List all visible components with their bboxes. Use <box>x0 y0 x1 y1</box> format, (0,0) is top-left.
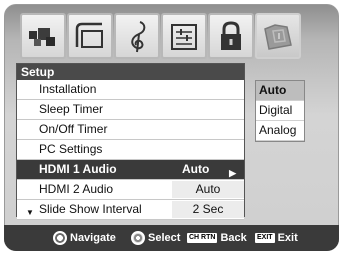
menu-item-label: Sleep Timer <box>39 102 104 116</box>
option-auto[interactable]: Auto <box>256 81 304 101</box>
option-analog[interactable]: Analog <box>256 121 304 141</box>
back-label: Back <box>220 232 247 244</box>
menu-item-label: On/Off Timer <box>39 122 108 136</box>
menu-tabs <box>20 13 301 63</box>
menu-item-on-off-timer[interactable]: On/Off Timer <box>17 120 244 140</box>
menu-item-pc-settings[interactable]: PC Settings <box>17 140 244 160</box>
tab-screen[interactable] <box>67 13 113 59</box>
menu-item-hdmi-2-audio[interactable]: HDMI 2 Audio Auto <box>17 180 244 200</box>
menu-item-installation[interactable]: Installation <box>17 80 244 100</box>
tab-picture[interactable] <box>20 13 66 59</box>
navigate-ring-icon <box>53 231 67 245</box>
tab-preferences[interactable] <box>161 13 207 59</box>
navigate-label: Navigate <box>70 232 116 244</box>
picture-icon <box>29 28 55 46</box>
exit-key: EXIT <box>255 233 275 243</box>
menu-item-label: HDMI 1 Audio <box>39 162 117 176</box>
menu-item-value: Auto <box>172 181 244 198</box>
select-ring-icon <box>131 231 145 245</box>
menu-item-label: Installation <box>39 82 97 96</box>
setup-menu-panel: Setup Installation Sleep Timer On/Off Ti… <box>16 63 245 220</box>
tab-setup[interactable] <box>255 13 301 59</box>
audio-icon <box>131 21 146 53</box>
menu-item-label: PC Settings <box>39 142 103 156</box>
screen-icon <box>75 22 103 48</box>
tab-audio[interactable] <box>114 13 160 59</box>
exit-label: Exit <box>277 232 298 244</box>
menu-item-hdmi-1-audio[interactable]: HDMI 1 Audio Auto ▶ <box>17 160 244 180</box>
menu-item-label: HDMI 2 Audio <box>39 182 114 196</box>
setup-icon <box>264 24 292 50</box>
preferences-icon <box>171 24 197 50</box>
footer-exit: EXIT Exit <box>255 225 298 251</box>
menu-list: Installation Sleep Timer On/Off Timer PC… <box>17 80 244 220</box>
footer-help-bar: Navigate Select CH RTN Back EXIT Exit <box>4 225 339 251</box>
lock-icon <box>221 21 241 50</box>
menu-item-label: Slide Show Interval <box>39 202 142 216</box>
option-digital[interactable]: Digital <box>256 101 304 121</box>
scroll-down-icon[interactable]: ▼ <box>26 208 34 217</box>
ch-rtn-key: CH RTN <box>187 233 218 243</box>
footer-back: CH RTN Back <box>187 225 247 251</box>
hdmi-audio-options: Auto Digital Analog <box>255 80 305 142</box>
menu-item-value: 2 Sec <box>172 201 244 218</box>
footer-navigate: Navigate <box>53 225 116 251</box>
select-label: Select <box>148 232 181 244</box>
footer-select: Select <box>131 225 180 251</box>
tab-lock[interactable] <box>208 13 254 59</box>
menu-item-sleep-timer[interactable]: Sleep Timer <box>17 100 244 120</box>
menu-title: Setup <box>17 64 244 80</box>
menu-item-slide-show-interval[interactable]: Slide Show Interval 2 Sec <box>17 200 244 220</box>
